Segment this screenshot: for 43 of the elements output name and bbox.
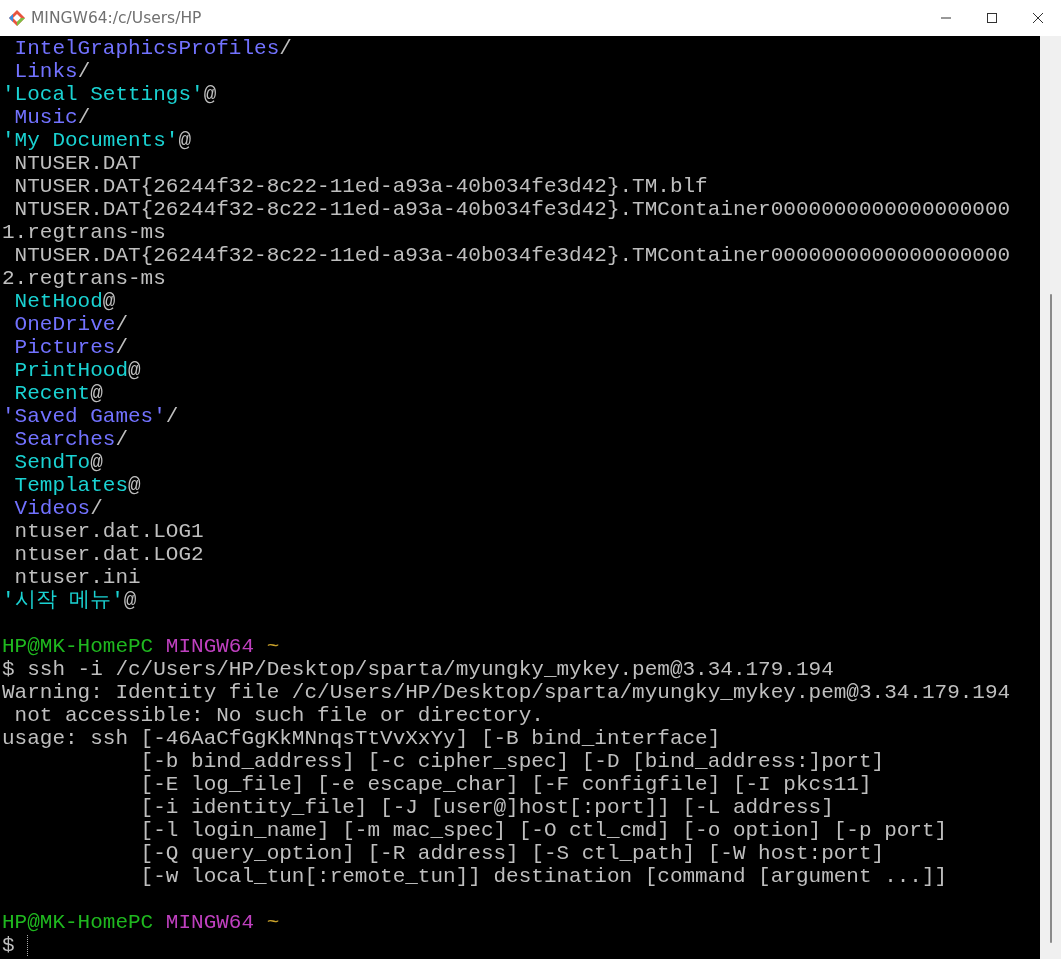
terminal-line: 'My Documents'@	[2, 129, 192, 152]
maximize-icon	[986, 12, 998, 24]
terminal-line: '시작 메뉴'@	[2, 589, 137, 612]
terminal-line: Links/	[13, 60, 91, 83]
terminal-line: [-l login_name] [-m mac_spec] [-O ctl_cmd] [-o option] [-p port]	[139, 819, 948, 842]
terminal-line: usage: ssh [-46AaCfGgKkMNnqsTtVvXxYy] [-B bind_interface]	[2, 727, 721, 750]
terminal-line: NetHood@	[13, 290, 116, 313]
terminal-line: Music/	[13, 106, 91, 129]
terminal-line: 'Local Settings'@	[2, 83, 217, 106]
terminal-line: OneDrive/	[13, 313, 129, 336]
terminal-line: Pictures/	[13, 336, 129, 359]
terminal-line: PrintHood@	[13, 359, 141, 382]
terminal-line: NTUSER.DAT{26244f32-8c22-11ed-a93a-40b034fe3d42}.TM.blf	[13, 175, 708, 198]
terminal-line: NTUSER.DAT	[13, 152, 141, 175]
terminal-line: 1.regtrans-ms	[2, 221, 166, 244]
terminal-line: HP@MK-HomePC MINGW64 ~	[2, 635, 280, 658]
terminal-line: IntelGraphicsProfiles/	[13, 37, 292, 60]
terminal-line: Templates@	[13, 474, 141, 497]
terminal-line: [-E log_file] [-e escape_char] [-F configfile] [-I pkcs11]	[139, 773, 872, 796]
close-icon	[1032, 12, 1044, 24]
terminal-line: [-b bind_address] [-c cipher_spec] [-D [bind_address:]port]	[139, 750, 885, 773]
terminal-line: not accessible: No such file or directory.	[13, 704, 544, 727]
terminal-line: ntuser.dat.LOG1	[13, 520, 204, 543]
terminal-line: NTUSER.DAT{26244f32-8c22-11ed-a93a-40b034fe3d42}.TMContainer0000000000000000000	[13, 198, 1011, 221]
terminal-line: NTUSER.DAT{26244f32-8c22-11ed-a93a-40b034fe3d42}.TMContainer0000000000000000000	[13, 244, 1011, 267]
terminal-line: 2.regtrans-ms	[2, 267, 166, 290]
terminal-line: ntuser.dat.LOG2	[13, 543, 204, 566]
app-icon	[9, 10, 25, 26]
terminal-line: Recent@	[13, 382, 103, 405]
window-title: MINGW64:/c/Users/HP	[31, 9, 203, 27]
terminal-line: [-Q query_option] [-R address] [-S ctl_path] [-W host:port]	[139, 842, 885, 865]
terminal-line: [-i identity_file] [-J [user@]host[:port]] [-L address]	[139, 796, 834, 819]
terminal-line: Videos/	[13, 497, 103, 520]
terminal-line: Warning: Identity file /c/Users/HP/Desktop/sparta/myungky_mykey.pem@3.34.179.194	[2, 681, 1011, 704]
command-prompt[interactable]: $	[2, 934, 28, 957]
scrollbar[interactable]	[1040, 36, 1061, 959]
terminal-line: SendTo@	[13, 451, 103, 474]
terminal-line: [-w local_tun[:remote_tun]] destination [command [argument ...]]	[139, 865, 948, 888]
terminal-line: Searches/	[13, 428, 129, 451]
terminal-line: $ ssh -i /c/Users/HP/Desktop/sparta/myungky_mykey.pem@3.34.179.194	[2, 658, 834, 681]
terminal-line: 'Saved Games'/	[2, 405, 179, 428]
terminal-line: HP@MK-HomePC MINGW64 ~	[2, 911, 280, 934]
terminal-line: ntuser.ini	[13, 566, 141, 589]
